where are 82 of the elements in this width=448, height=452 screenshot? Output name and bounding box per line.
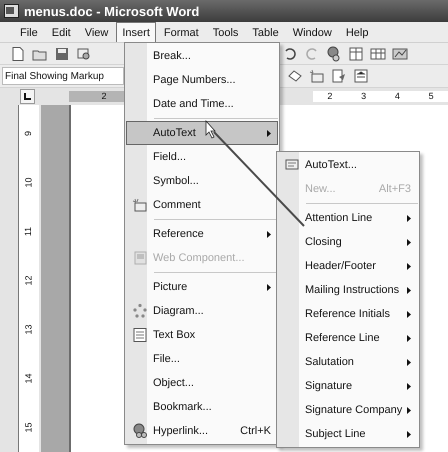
submenu-arrow-icon [407, 262, 411, 270]
shape-icon[interactable] [287, 68, 303, 84]
ruler-number: 15 [24, 422, 34, 432]
print-preview-icon[interactable] [76, 46, 92, 62]
menu-item[interactable]: Hyperlink... Ctrl+K [126, 419, 278, 443]
app-icon [4, 4, 19, 18]
web-component-icon [132, 250, 148, 266]
menu-item[interactable]: Symbol... [126, 169, 278, 193]
ruler-number: 3 [361, 92, 366, 101]
comment-icon [132, 197, 148, 213]
menu-item[interactable]: File... [126, 347, 278, 371]
menu-item[interactable]: AutoText [126, 121, 278, 145]
menu-title[interactable]: Edit [46, 22, 77, 42]
menu-item[interactable]: Mailing Instructions [278, 278, 418, 302]
menu-item[interactable]: Subject Line [278, 422, 418, 446]
menu-item[interactable]: Picture [126, 275, 278, 299]
ruler-number: 13 [24, 324, 34, 334]
submenu-arrow-icon [407, 358, 411, 366]
save-icon[interactable] [54, 46, 70, 62]
menu-item[interactable]: Break... [126, 44, 278, 68]
menu-title[interactable]: Table [246, 22, 285, 42]
menu-item[interactable]: Attention Line [278, 206, 418, 230]
chart-icon[interactable] [392, 46, 408, 62]
menu-item[interactable]: Reference Initials [278, 302, 418, 326]
menu-item[interactable]: Signature Company [278, 398, 418, 422]
grid-icon[interactable] [370, 46, 386, 62]
menu-item[interactable]: Closing [278, 230, 418, 254]
ruler-number: 5 [428, 92, 434, 101]
new-comment-icon[interactable] [309, 68, 325, 84]
menu-item[interactable]: Reference [126, 222, 278, 246]
submenu-arrow-icon [407, 406, 411, 414]
ruler-number: 2 [327, 92, 332, 101]
reviewing-pane-icon[interactable] [353, 68, 369, 84]
submenu-arrow-icon [407, 310, 411, 318]
menu-item[interactable]: Text Box [126, 323, 278, 347]
menu-title[interactable]: Tools [206, 22, 244, 42]
ruler-number: 12 [24, 276, 34, 286]
menu-title[interactable]: Insert [116, 22, 156, 42]
submenu-arrow-icon [407, 214, 411, 222]
window-title: menus.doc - Microsoft Word [24, 4, 200, 18]
menu-item[interactable]: Salutation [278, 350, 418, 374]
mouse-pointer-icon [206, 120, 216, 139]
menu-item[interactable]: Diagram... [126, 299, 278, 323]
submenu-arrow-icon [267, 284, 271, 290]
menu-title[interactable]: File [14, 22, 44, 42]
table-icon[interactable] [348, 46, 364, 62]
hyperlink-icon [132, 423, 148, 439]
ruler-number: 11 [24, 226, 34, 236]
menu-item[interactable]: Reference Line [278, 326, 418, 350]
ruler-number: 10 [24, 178, 34, 188]
menu-item[interactable]: Page Numbers... [126, 68, 278, 92]
ruler-number: 14 [24, 374, 34, 384]
ruler-number: 9 [24, 131, 34, 136]
submenu-arrow-icon [267, 230, 271, 238]
diagram-icon [132, 303, 148, 319]
text-box-icon [132, 327, 148, 343]
menu-item[interactable]: Signature [278, 374, 418, 398]
new-document-icon[interactable] [10, 46, 26, 62]
menu-title[interactable]: Help [340, 22, 374, 42]
track-changes-icon[interactable] [331, 68, 347, 84]
submenu-arrow-icon [267, 130, 271, 136]
menu-title[interactable]: Window [286, 22, 338, 42]
menu-item[interactable]: Date and Time... [126, 92, 278, 116]
submenu-arrow-icon [407, 382, 411, 390]
menu-item[interactable]: Header/Footer [278, 254, 418, 278]
menu-item[interactable]: Object... [126, 371, 278, 395]
menu-item[interactable]: AutoText... [278, 153, 418, 177]
globe-icon[interactable] [326, 46, 342, 62]
left-tab-icon [24, 93, 31, 100]
ruler-number: 4 [394, 92, 400, 101]
submenu-arrow-icon [407, 430, 411, 438]
tab-stop-selector[interactable] [20, 89, 35, 104]
menu-item[interactable]: Comment [126, 193, 278, 217]
submenu-arrow-icon [407, 334, 411, 342]
submenu-arrow-icon [407, 238, 411, 246]
menu-item[interactable]: Bookmark... [126, 395, 278, 419]
menu-title[interactable]: Format [158, 22, 205, 42]
display-dropdown[interactable]: Final Showing Markup [2, 67, 124, 85]
submenu-arrow-icon [407, 286, 411, 294]
ruler-number: 2 [101, 92, 106, 101]
menu-title[interactable]: View [78, 22, 114, 42]
menu-item[interactable]: Field... [126, 145, 278, 169]
